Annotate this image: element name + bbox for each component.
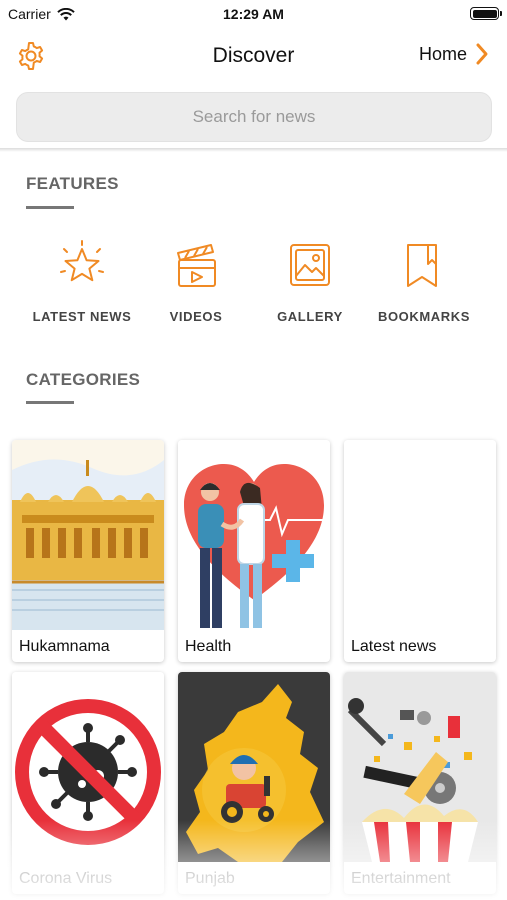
clapperboard-icon <box>177 244 216 287</box>
bookmark-icon <box>407 244 437 287</box>
feature-label: LATEST NEWS <box>32 309 132 324</box>
feature-bookmarks[interactable]: BOOKMARKS <box>364 240 484 324</box>
gallery-icon <box>290 244 330 286</box>
clock: 12:29 AM <box>223 6 284 22</box>
search-bar <box>16 92 492 142</box>
chevron-right-icon <box>476 43 488 65</box>
category-card-latest-news[interactable]: Latest news <box>344 440 496 662</box>
category-card-health[interactable]: Health <box>178 440 330 662</box>
status-bar: Carrier 12:29 AM <box>0 0 507 28</box>
feature-label: GALLERY <box>277 309 343 324</box>
category-label: Entertainment <box>351 870 451 887</box>
categories-heading: CATEGORIES <box>26 370 141 389</box>
category-card-entertainment[interactable]: Entertainment <box>344 672 496 894</box>
feature-label: BOOKMARKS <box>377 309 471 324</box>
search-input[interactable] <box>17 93 491 141</box>
health-image <box>178 440 330 630</box>
features-underline <box>26 206 74 209</box>
feature-latest-news[interactable]: LATEST NEWS <box>22 240 142 324</box>
category-card-corona-virus[interactable]: Corona Virus <box>12 672 164 894</box>
latest-news-image <box>344 440 496 630</box>
feature-label: VIDEOS <box>169 309 223 324</box>
punjab-map-image <box>178 672 330 862</box>
category-label: Punjab <box>185 870 235 887</box>
no-virus-image <box>12 672 164 862</box>
feature-gallery[interactable]: GALLERY <box>250 240 370 324</box>
header-divider <box>0 148 507 152</box>
category-card-hukamnama[interactable]: Hukamnama <box>12 440 164 662</box>
category-label: Health <box>185 638 232 655</box>
categories-underline <box>26 401 74 404</box>
features-row: LATEST NEWS VIDEOS GALLERY BOOKMARKS <box>0 240 507 330</box>
features-heading: FEATURES <box>26 174 119 193</box>
home-button[interactable]: Home <box>419 42 489 66</box>
feature-videos[interactable]: VIDEOS <box>136 240 256 324</box>
golden-temple-image <box>12 440 164 630</box>
category-card-punjab[interactable]: Punjab <box>178 672 330 894</box>
battery-icon <box>470 7 502 20</box>
nav-bar: Discover Home <box>0 30 507 82</box>
category-label: Latest news <box>351 638 437 655</box>
entertainment-image <box>344 672 496 862</box>
category-label: Hukamnama <box>19 638 110 655</box>
star-icon <box>60 240 104 282</box>
category-label: Corona Virus <box>19 870 113 887</box>
home-label: Home <box>418 43 467 64</box>
